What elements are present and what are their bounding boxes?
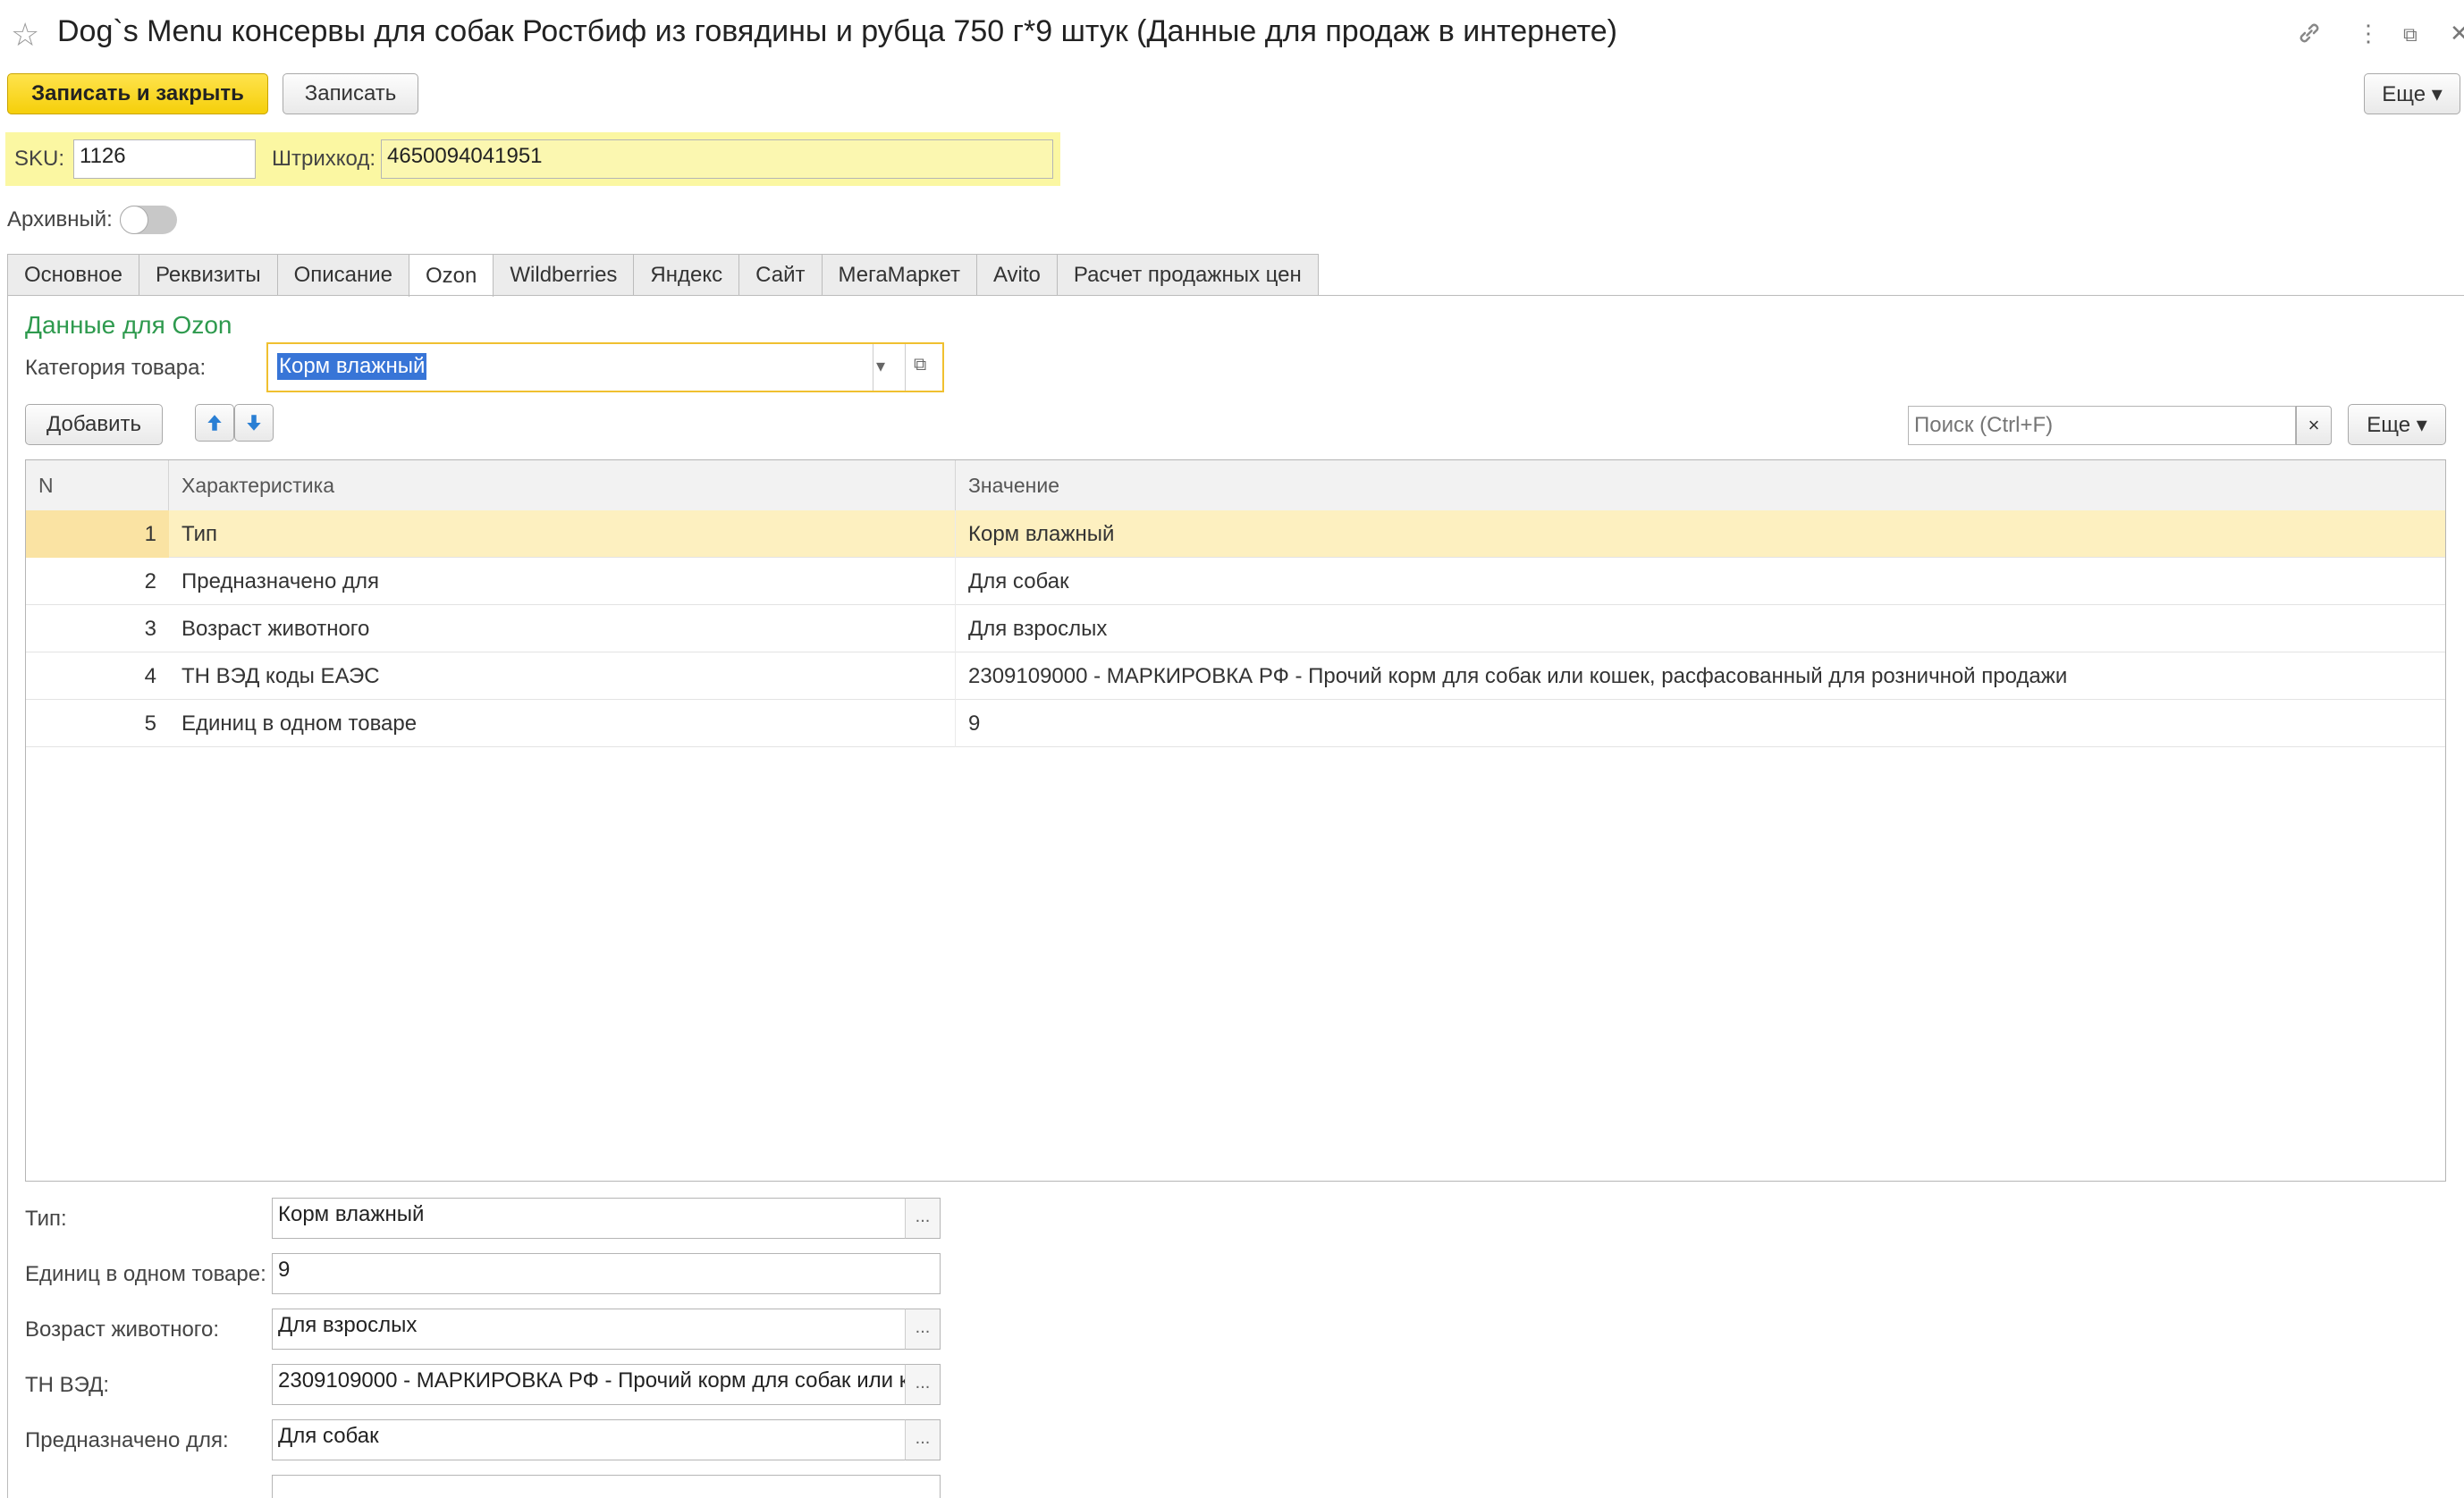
tab-price-calculation[interactable]: Расчет продажных цен xyxy=(1056,254,1319,295)
divider xyxy=(905,344,906,391)
field-label-purpose: Предназначено для: xyxy=(25,1428,229,1452)
row-value: Для собак xyxy=(968,569,1069,593)
barcode-input[interactable]: 4650094041951 xyxy=(381,139,1053,179)
grid-more-button[interactable]: Еще ▾ xyxy=(2348,404,2446,445)
tab-avito[interactable]: Avito xyxy=(975,254,1058,295)
age-select-button[interactable]: ... xyxy=(905,1309,941,1350)
move-up-icon[interactable] xyxy=(195,404,234,442)
tab-yandex[interactable]: Яндекс xyxy=(633,254,740,295)
table-header: N Характеристика Значение xyxy=(26,460,2445,511)
tab-site[interactable]: Сайт xyxy=(738,254,823,295)
window-restore-icon[interactable]: ⧉ xyxy=(2403,23,2418,46)
archive-label: Архивный: xyxy=(7,207,113,231)
row-characteristic: Единиц в одном товаре xyxy=(169,700,956,747)
column-header-value[interactable]: Значение xyxy=(956,460,2445,510)
row-value: Для взрослых xyxy=(968,617,1108,641)
open-form-icon[interactable]: ⧉ xyxy=(914,355,926,375)
row-characteristic: Тип xyxy=(169,510,956,558)
section-title: Данные для Ozon xyxy=(25,311,232,339)
archive-toggle[interactable] xyxy=(120,206,177,234)
category-label: Категория товара: xyxy=(25,356,207,380)
sku-input[interactable]: 1126 xyxy=(73,139,256,179)
more-button[interactable]: Еще ▾ xyxy=(2364,73,2460,114)
tab-bar: Основное Реквизиты Описание Ozon Wildber… xyxy=(7,254,1319,297)
purpose-select-button[interactable]: ... xyxy=(905,1419,941,1460)
characteristics-table[interactable]: N Характеристика Значение 1 Тип Корм вла… xyxy=(25,459,2446,1182)
row-value: 9 xyxy=(968,711,981,736)
row-number: 2 xyxy=(144,569,156,593)
tab-requisites[interactable]: Реквизиты xyxy=(138,254,278,295)
favorite-star-icon[interactable]: ☆ xyxy=(11,16,39,54)
age-input[interactable]: Для взрослых xyxy=(272,1309,907,1350)
kebab-menu-icon[interactable]: ⋮ xyxy=(2357,20,2380,47)
save-button[interactable]: Записать xyxy=(283,73,418,114)
tnved-select-button[interactable]: ... xyxy=(905,1364,941,1405)
search-input[interactable] xyxy=(1908,406,2296,445)
tab-megamarket[interactable]: МегаМаркет xyxy=(821,254,977,295)
barcode-label: Штрихкод: xyxy=(272,147,376,171)
row-number: 3 xyxy=(144,617,156,641)
table-row[interactable]: 4 ТН ВЭД коды ЕАЭС 2309109000 - МАРКИРОВ… xyxy=(26,652,2445,700)
save-and-close-button[interactable]: Записать и закрыть xyxy=(7,73,268,114)
row-value: 2309109000 - МАРКИРОВКА РФ - Прочий корм… xyxy=(968,664,2068,688)
tab-ozon[interactable]: Ozon xyxy=(409,254,494,297)
tab-wildberries[interactable]: Wildberries xyxy=(493,254,635,295)
clear-search-icon[interactable]: × xyxy=(2296,406,2332,445)
toggle-knob xyxy=(120,206,148,234)
row-number: 5 xyxy=(144,711,156,736)
field-label-tnved: ТН ВЭД: xyxy=(25,1373,110,1397)
next-field-input[interactable] xyxy=(272,1475,941,1498)
table-row[interactable]: 2 Предназначено для Для собак xyxy=(26,558,2445,605)
field-label-type: Тип: xyxy=(25,1207,67,1231)
row-number: 4 xyxy=(144,664,156,688)
type-input[interactable]: Корм влажный xyxy=(272,1198,907,1239)
column-header-characteristic[interactable]: Характеристика xyxy=(169,460,956,510)
field-label-units: Единиц в одном товаре: xyxy=(25,1262,266,1286)
window-title: Dog`s Menu консервы для собак Ростбиф из… xyxy=(57,14,1618,48)
row-value: Корм влажный xyxy=(968,522,1115,546)
field-label-age: Возраст животного: xyxy=(25,1317,220,1342)
row-number: 1 xyxy=(26,510,169,558)
units-input[interactable]: 9 xyxy=(272,1253,941,1294)
table-row[interactable]: 1 Тип Корм влажный xyxy=(26,510,2445,558)
category-value: Корм влажный xyxy=(277,353,427,380)
sku-label: SKU: xyxy=(14,147,65,171)
tnved-input[interactable]: 2309109000 - МАРКИРОВКА РФ - Прочий корм… xyxy=(272,1364,907,1405)
add-button[interactable]: Добавить xyxy=(25,404,163,445)
table-row[interactable]: 5 Единиц в одном товаре 9 xyxy=(26,700,2445,747)
chevron-down-icon[interactable]: ▾ xyxy=(876,355,885,377)
category-select[interactable]: Корм влажный ▾ ⧉ xyxy=(266,342,944,392)
row-characteristic: Предназначено для xyxy=(169,558,956,605)
row-characteristic: ТН ВЭД коды ЕАЭС xyxy=(169,652,956,700)
type-select-button[interactable]: ... xyxy=(905,1198,941,1239)
column-header-n[interactable]: N xyxy=(26,460,169,510)
link-icon[interactable] xyxy=(2296,20,2323,53)
table-row[interactable]: 3 Возраст животного Для взрослых xyxy=(26,605,2445,652)
close-icon[interactable]: ✕ xyxy=(2450,20,2464,47)
move-down-icon[interactable] xyxy=(234,404,274,442)
tab-main[interactable]: Основное xyxy=(7,254,139,295)
tab-description[interactable]: Описание xyxy=(276,254,410,295)
row-characteristic: Возраст животного xyxy=(169,605,956,652)
purpose-input[interactable]: Для собак xyxy=(272,1419,907,1460)
